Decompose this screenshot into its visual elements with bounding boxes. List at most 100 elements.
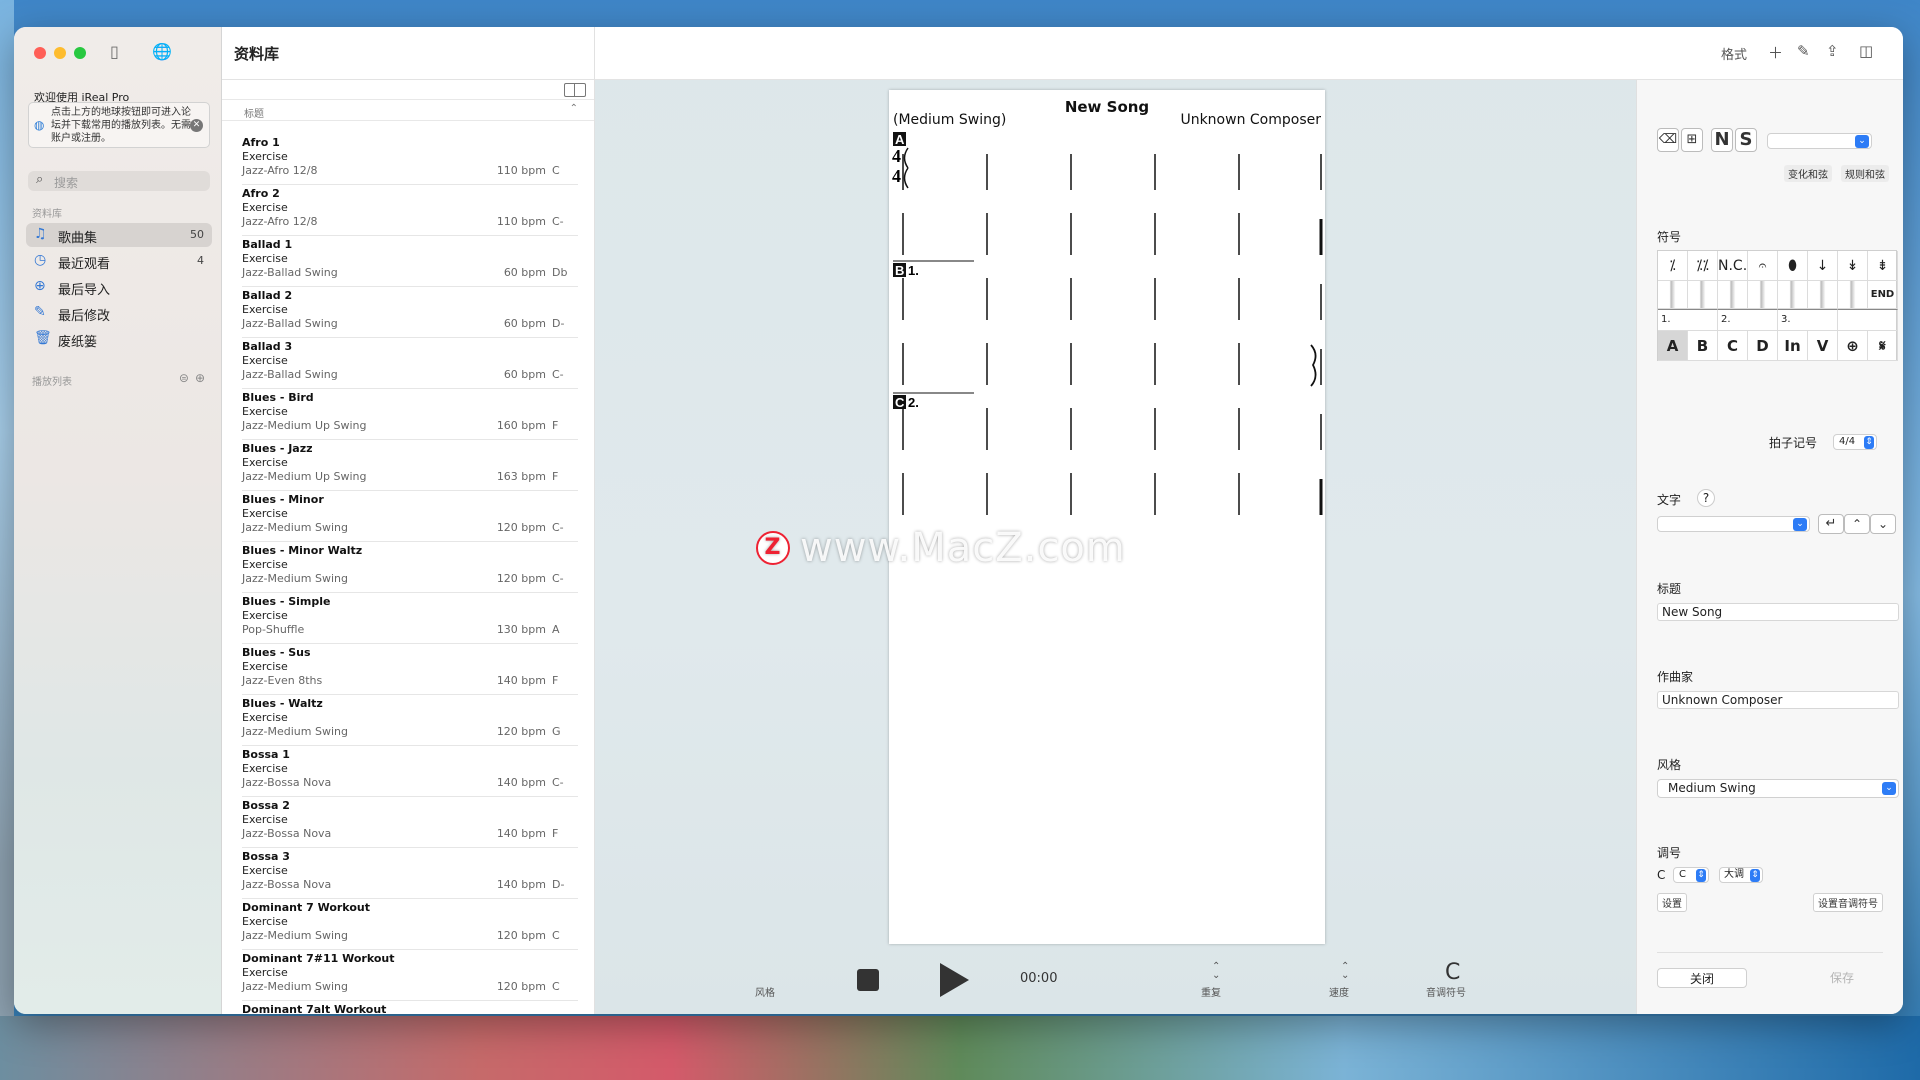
- barline-button[interactable]: [1688, 281, 1718, 309]
- chevron-down-icon[interactable]: ⌄: [1870, 514, 1896, 534]
- symbol-button[interactable]: ⁒⁒: [1688, 251, 1718, 281]
- key-button[interactable]: C: [1445, 960, 1460, 985]
- mode-select[interactable]: 大调 ⇕: [1719, 867, 1763, 883]
- barline-button[interactable]: [1718, 281, 1748, 309]
- list-item[interactable]: Blues - Jazz Exercise Jazz-Medium Up Swing…: [242, 440, 578, 491]
- save-button[interactable]: 保存: [1797, 968, 1887, 988]
- inspector-toggle-icon[interactable]: ◫: [1859, 42, 1873, 60]
- repeat-stepper-icon[interactable]: ⌃ ⌄: [1212, 962, 1220, 981]
- sidebar-toggle-icon[interactable]: ▯: [110, 42, 119, 61]
- barline-button[interactable]: [1658, 281, 1688, 309]
- barline-button[interactable]: [1778, 281, 1808, 309]
- ending-button[interactable]: 2.: [1718, 309, 1778, 331]
- minimize-window-button[interactable]: [54, 47, 66, 59]
- add-playlist-icon[interactable]: ⊕: [195, 371, 211, 385]
- sidebar-item-songbooks[interactable]: ♫ 歌曲集 50: [26, 223, 212, 247]
- sidebar-item-imported[interactable]: ⊕ 最后导入: [26, 275, 212, 299]
- zoom-window-button[interactable]: [74, 47, 86, 59]
- sidebar-item-recent[interactable]: ◷ 最近观看 4: [26, 249, 212, 273]
- section-marker-button[interactable]: A: [1658, 331, 1688, 361]
- set-key-signature-button[interactable]: 设置音调符号: [1813, 893, 1883, 912]
- song-key: Db: [552, 266, 568, 279]
- close-window-button[interactable]: [34, 47, 46, 59]
- help-button[interactable]: ?: [1697, 489, 1715, 507]
- list-item[interactable]: Afro 1 Exercise Jazz-Afro 12/8 110 bpm C: [242, 134, 578, 185]
- title-field[interactable]: New Song: [1657, 603, 1899, 621]
- symbol-button[interactable]: ⇟: [1868, 251, 1898, 281]
- list-item[interactable]: Bossa 1 Exercise Jazz-Bossa Nova 140 bpm C-: [242, 746, 578, 797]
- smart-playlist-icon[interactable]: ⊜: [179, 371, 195, 385]
- close-icon[interactable]: ✕: [190, 119, 203, 132]
- time-signature-select[interactable]: 4/4 ⇕: [1833, 434, 1877, 450]
- alt-chord-button[interactable]: 变化和弦: [1784, 165, 1832, 182]
- list-item[interactable]: Blues - Minor Exercise Jazz-Medium Swing 12…: [242, 491, 578, 542]
- section-marker-button[interactable]: C: [1718, 331, 1748, 361]
- sidebar-item-modified[interactable]: ✎ 最后修改: [26, 301, 212, 325]
- section-marker-button[interactable]: 𝄋: [1868, 331, 1898, 361]
- globe-icon[interactable]: 🌐: [152, 42, 172, 61]
- list-item[interactable]: Afro 2 Exercise Jazz-Afro 12/8 110 bpm C-: [242, 185, 578, 236]
- sort-chevron-icon[interactable]: ⌃: [570, 103, 578, 114]
- add-icon[interactable]: ＋: [1768, 42, 1783, 63]
- chord-type-select[interactable]: ⌄: [1767, 133, 1872, 149]
- list-item[interactable]: Dominant 7#11 Workout Exercise Jazz-Medium…: [242, 950, 578, 1001]
- list-item[interactable]: Dominant 7alt Workout: [242, 1001, 578, 1014]
- ending-button[interactable]: 3.: [1778, 309, 1838, 331]
- stop-button[interactable]: [857, 969, 879, 991]
- chord-grid[interactable]: A 4 4 B 1. C 2.: [889, 90, 1325, 944]
- symbol-button[interactable]: 𝄐: [1748, 251, 1778, 281]
- section-marker-button[interactable]: V: [1808, 331, 1838, 361]
- symbol-button[interactable]: ⁒: [1658, 251, 1688, 281]
- play-button[interactable]: [940, 963, 969, 997]
- format-button[interactable]: 格式: [1721, 44, 1747, 63]
- barline-button[interactable]: [1838, 281, 1868, 309]
- barline-button[interactable]: END: [1868, 281, 1898, 309]
- symbol-button[interactable]: ↓: [1808, 251, 1838, 281]
- regular-chord-button[interactable]: 规则和弦: [1841, 165, 1889, 182]
- delete-left-icon[interactable]: ⌫: [1657, 128, 1679, 152]
- chevron-up-icon[interactable]: ⌃: [1844, 514, 1870, 534]
- section-marker-button[interactable]: B: [1688, 331, 1718, 361]
- columns-toggle-icon[interactable]: [564, 83, 586, 97]
- section-marker-button[interactable]: In: [1778, 331, 1808, 361]
- list-item[interactable]: Ballad 1 Exercise Jazz-Ballad Swing 60 bpm D…: [242, 236, 578, 287]
- style-label[interactable]: 风格: [755, 984, 775, 999]
- list-item[interactable]: Ballad 2 Exercise Jazz-Ballad Swing 60 bpm D…: [242, 287, 578, 338]
- close-button[interactable]: 关闭: [1657, 968, 1747, 988]
- pencil-icon[interactable]: ✎: [1797, 42, 1810, 60]
- symbol-button[interactable]: ↡: [1838, 251, 1868, 281]
- n-button[interactable]: N: [1711, 128, 1733, 152]
- symbol-button[interactable]: ⬮: [1778, 251, 1808, 281]
- share-icon[interactable]: ⇪: [1826, 42, 1839, 60]
- symbol-button[interactable]: N.C.: [1718, 251, 1748, 281]
- composer-field[interactable]: Unknown Composer: [1657, 691, 1899, 709]
- search-input[interactable]: ⌕ 搜索: [28, 171, 210, 191]
- tempo-stepper-icon[interactable]: ⌃ ⌄: [1341, 962, 1349, 981]
- section-marker-button[interactable]: D: [1748, 331, 1778, 361]
- list-item[interactable]: Blues - Bird Exercise Jazz-Medium Up Swing…: [242, 389, 578, 440]
- barline-button[interactable]: [1808, 281, 1838, 309]
- key-select-value: C: [1679, 869, 1686, 880]
- return-icon[interactable]: ↵: [1818, 514, 1844, 534]
- list-item[interactable]: Ballad 3 Exercise Jazz-Ballad Swing 60 bpm C…: [242, 338, 578, 389]
- sidebar-item-trash[interactable]: 🗑 废纸篓: [26, 327, 212, 351]
- section-marker-button[interactable]: ⊕: [1838, 331, 1868, 361]
- key-select[interactable]: C ⇕: [1673, 867, 1709, 883]
- lead-sheet[interactable]: New Song (Medium Swing) Unknown Composer…: [889, 90, 1325, 944]
- style-select[interactable]: Medium Swing ⌄: [1657, 779, 1899, 798]
- s-button[interactable]: S: [1735, 128, 1757, 152]
- list-item[interactable]: Bossa 2 Exercise Jazz-Bossa Nova 140 bpm F: [242, 797, 578, 848]
- barline-button[interactable]: [1748, 281, 1778, 309]
- insert-icon[interactable]: ⊞: [1681, 128, 1703, 152]
- list-item[interactable]: Blues - Waltz Exercise Jazz-Medium Swing 12…: [242, 695, 578, 746]
- list-item[interactable]: Blues - Simple Exercise Pop-Shuffle 130 bpm…: [242, 593, 578, 644]
- list-item[interactable]: Dominant 7 Workout Exercise Jazz-Medium Sw…: [242, 899, 578, 950]
- ending-button[interactable]: 1.: [1658, 309, 1718, 331]
- list-item[interactable]: Blues - Sus Exercise Jazz-Even 8ths 140 bpm…: [242, 644, 578, 695]
- list-item[interactable]: Bossa 3 Exercise Jazz-Bossa Nova 140 bpm D-: [242, 848, 578, 899]
- set-button[interactable]: 设置: [1657, 893, 1687, 912]
- text-select[interactable]: ⌄: [1657, 516, 1810, 532]
- column-header[interactable]: 标题 ⌃: [222, 99, 594, 121]
- list-item[interactable]: Blues - Minor Waltz Exercise Jazz-Medium S…: [242, 542, 578, 593]
- ending-button[interactable]: [1838, 309, 1898, 331]
